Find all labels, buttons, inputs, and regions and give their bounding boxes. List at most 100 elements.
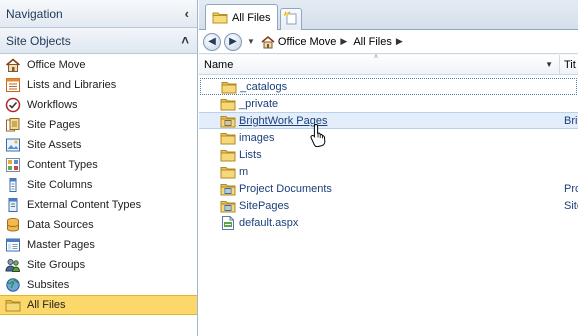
site-assets-icon: [5, 137, 21, 153]
sidebar-item-label: All Files: [27, 299, 66, 311]
sidebar-item-site-columns[interactable]: Site Columns: [0, 175, 197, 195]
folder-icon: [212, 10, 228, 26]
workflow-icon: [5, 97, 21, 113]
file-name-link[interactable]: _catalogs: [240, 81, 287, 93]
navigation-header: Navigation ‹: [0, 0, 197, 28]
site-columns-icon: [5, 177, 21, 193]
site-objects-title: Site Objects: [6, 33, 71, 48]
chevron-up-icon[interactable]: ˄: [181, 33, 189, 48]
sidebar-item-data-sources[interactable]: Data Sources: [0, 215, 197, 235]
list-item[interactable]: _catalogs: [200, 78, 577, 95]
document-library-icon: [220, 198, 236, 214]
site-objects-header[interactable]: Site Objects ˄: [0, 28, 197, 54]
title-cell: Pro: [564, 182, 578, 195]
name-cell: default.aspx: [199, 215, 560, 231]
folder-icon: [221, 79, 237, 95]
list-item[interactable]: images: [199, 129, 578, 146]
file-rows: _catalogs _private BrightWork Pages Brig ima…: [199, 75, 578, 231]
name-cell: m: [199, 164, 560, 180]
name-cell: Lists: [199, 147, 560, 163]
sidebar-item-label: Master Pages: [27, 239, 95, 251]
site-pages-icon: [5, 117, 21, 133]
file-name-link[interactable]: SitePages: [239, 200, 289, 212]
breadcrumb-office-move[interactable]: Office Move: [278, 36, 337, 48]
back-button[interactable]: ◀: [203, 32, 221, 51]
file-name-link[interactable]: default.aspx: [239, 217, 298, 229]
forward-button[interactable]: ▶: [224, 32, 242, 51]
column-header-name[interactable]: Name ▼: [199, 55, 560, 74]
tab-label: All Files: [232, 11, 271, 24]
aspx-file-icon: [220, 215, 236, 231]
list-item[interactable]: _private: [199, 95, 578, 112]
collapse-navigation-button[interactable]: ‹: [185, 6, 189, 21]
title-cell: Site: [564, 199, 578, 212]
breadcrumb-bar: ◀ ▶ ▼ Office Move ▶ All Files ▶: [199, 30, 578, 54]
file-name-link[interactable]: Lists: [239, 149, 262, 161]
list-item[interactable]: Lists: [199, 146, 578, 163]
sidebar-item-label: Content Types: [27, 159, 98, 171]
file-list: ˄ Name ▼ Tit _catalogs _private BrightWork…: [199, 54, 578, 336]
subsites-icon: [5, 277, 21, 293]
content-pane: All Files ◀ ▶ ▼ Office Move ▶ All Files …: [199, 0, 578, 336]
sidebar-item-site-groups[interactable]: Site Groups: [0, 255, 197, 275]
new-tab-button[interactable]: [280, 8, 302, 30]
name-cell: SitePages: [199, 198, 560, 214]
list-item[interactable]: default.aspx: [199, 214, 578, 231]
sidebar-item-label: Lists and Libraries: [27, 79, 117, 91]
sidebar-item-content-types[interactable]: Content Types: [0, 155, 197, 175]
site-home-icon: [260, 35, 276, 49]
list-item[interactable]: m: [199, 163, 578, 180]
navigation-pane: Navigation ‹ Site Objects ˄ Office Move L…: [0, 0, 198, 336]
list-item[interactable]: BrightWork Pages Brig: [199, 112, 578, 129]
sidebar-item-site-pages[interactable]: Site Pages: [0, 115, 197, 135]
new-tab-icon: [283, 11, 298, 28]
sidebar-item-site-assets[interactable]: Site Assets: [0, 135, 197, 155]
sidebar-item-all-files[interactable]: All Files: [0, 295, 197, 315]
sidebar-item-lists-and-libraries[interactable]: Lists and Libraries: [0, 75, 197, 95]
name-cell: images: [199, 130, 560, 146]
sidebar-item-label: Office Move: [27, 59, 86, 71]
hand-pointer-cursor-icon: [310, 123, 328, 148]
name-cell: BrightWork Pages: [199, 113, 560, 129]
file-name-link[interactable]: _private: [239, 98, 278, 110]
folder-icon: [220, 96, 236, 112]
list-icon: [5, 77, 21, 93]
breadcrumb-separator-icon[interactable]: ▶: [396, 36, 403, 47]
column-header-title[interactable]: Tit: [560, 59, 578, 71]
content-types-icon: [5, 157, 21, 173]
column-filter-icon[interactable]: ▼: [545, 60, 553, 69]
name-cell: _private: [199, 96, 560, 112]
list-item[interactable]: Project Documents Pro: [199, 180, 578, 197]
sidebar-item-label: Site Pages: [27, 119, 81, 131]
site-objects-list: Office Move Lists and Libraries Workflows S…: [0, 54, 197, 315]
sidebar-item-label: Data Sources: [27, 219, 94, 231]
master-pages-icon: [5, 237, 21, 253]
sidebar-item-workflows[interactable]: Workflows: [0, 95, 197, 115]
sidebar-item-label: Workflows: [27, 99, 78, 111]
history-dropdown-button[interactable]: ▼: [247, 37, 255, 46]
sidebar-item-external-content-types[interactable]: External Content Types: [0, 195, 197, 215]
sidebar-item-label: Site Columns: [27, 179, 93, 191]
pages-library-icon: [220, 113, 236, 129]
tab-all-files[interactable]: All Files: [205, 4, 278, 30]
sidebar-item-office-move[interactable]: Office Move: [0, 55, 197, 75]
folder-icon: [220, 130, 236, 146]
file-name-link[interactable]: Project Documents: [239, 183, 332, 195]
folder-icon: [5, 297, 21, 313]
sort-ascending-icon: ˄: [374, 54, 379, 61]
file-name-link[interactable]: m: [239, 166, 248, 178]
site-home-icon: [5, 57, 21, 73]
column-header-row: ˄ Name ▼ Tit: [199, 54, 578, 75]
name-cell: Project Documents: [199, 181, 560, 197]
name-cell: _catalogs: [200, 79, 559, 95]
file-name-link[interactable]: images: [239, 132, 274, 144]
external-content-types-icon: [5, 197, 21, 213]
sidebar-item-master-pages[interactable]: Master Pages: [0, 235, 197, 255]
folder-icon: [220, 164, 236, 180]
breadcrumb-separator-icon[interactable]: ▶: [340, 36, 347, 47]
folder-icon: [220, 147, 236, 163]
breadcrumb-all-files[interactable]: All Files: [353, 36, 392, 48]
site-groups-icon: [5, 257, 21, 273]
list-item[interactable]: SitePages Site: [199, 197, 578, 214]
sidebar-item-subsites[interactable]: Subsites: [0, 275, 197, 295]
